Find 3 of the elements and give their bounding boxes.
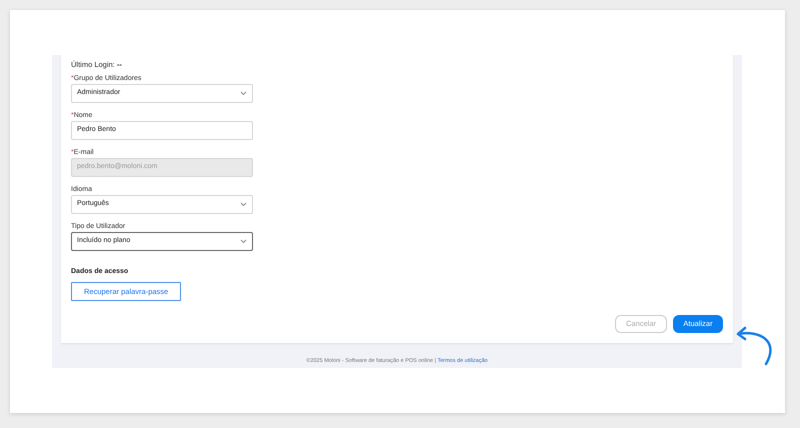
chevron-down-icon — [240, 202, 247, 207]
chevron-down-icon — [240, 239, 247, 244]
chevron-down-icon — [240, 91, 247, 96]
